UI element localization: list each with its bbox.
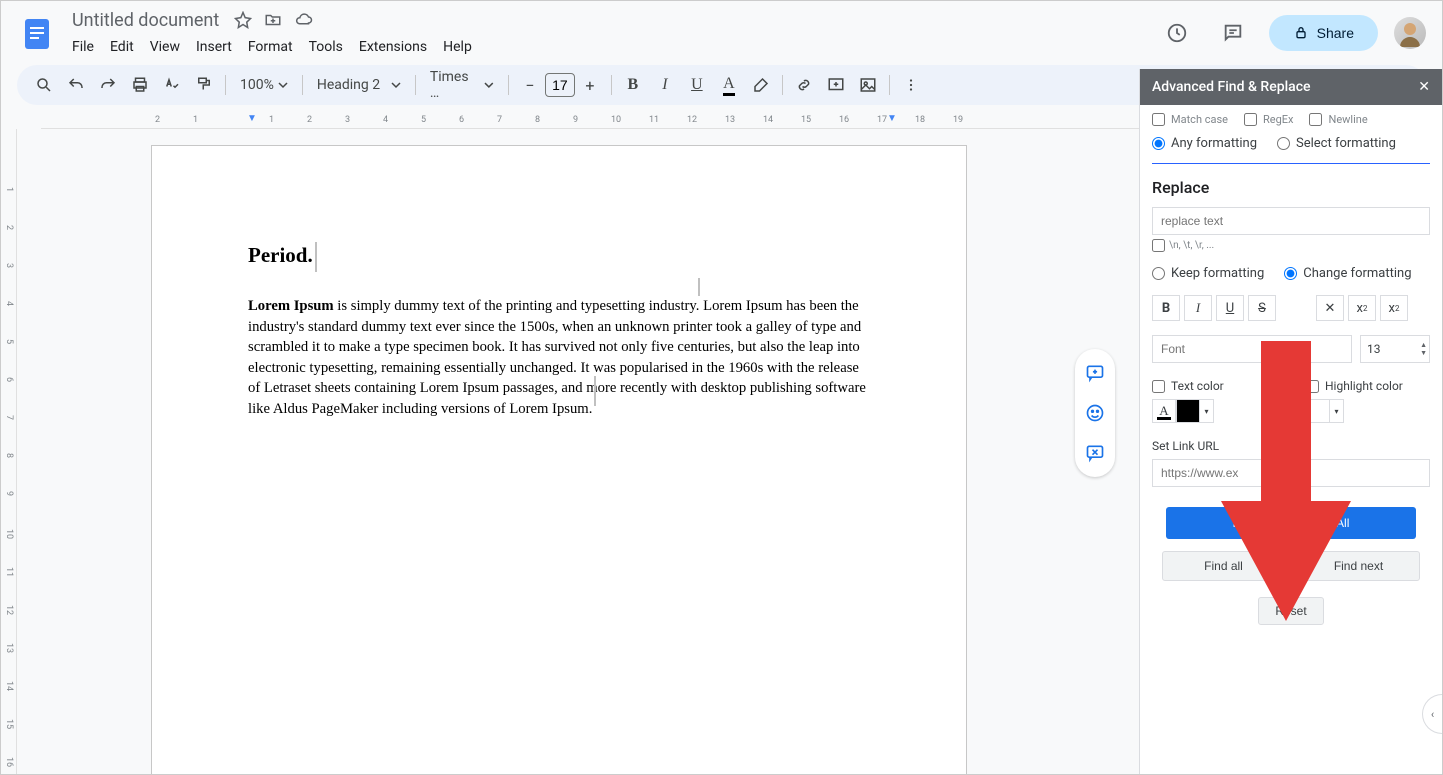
panel-title: Advanced Find & Replace: [1152, 79, 1311, 95]
underline-toggle[interactable]: U: [1216, 295, 1244, 321]
document-page[interactable]: Period. Lorem Ipsum is simply dummy text…: [151, 145, 967, 774]
highlight-dropdown[interactable]: ▾: [1330, 399, 1344, 423]
paragraph-style-dropdown[interactable]: Heading 2: [309, 70, 409, 100]
heading-text[interactable]: Period.: [248, 242, 870, 272]
share-label: Share: [1317, 25, 1354, 41]
replace-input[interactable]: [1152, 207, 1430, 235]
italic-toggle[interactable]: I: [1184, 295, 1212, 321]
more-icon[interactable]: [896, 70, 926, 100]
text-color-swatch[interactable]: [1176, 399, 1200, 423]
link-icon[interactable]: [789, 70, 819, 100]
match-case-checkbox[interactable]: Match case: [1152, 113, 1228, 126]
replace-selected-all-button[interactable]: Replace Selected / All: [1166, 507, 1416, 539]
emoji-reaction-icon[interactable]: [1079, 397, 1111, 429]
editor-area: 2112345678910111213141516171819▼▼ 123456…: [1, 113, 1139, 774]
superscript-toggle[interactable]: x2: [1380, 295, 1408, 321]
text-cursor: [315, 242, 317, 272]
page-surface[interactable]: Period. Lorem Ipsum is simply dummy text…: [41, 129, 1139, 774]
horizontal-ruler[interactable]: 2112345678910111213141516171819▼▼: [41, 113, 1139, 129]
body-paragraph[interactable]: Lorem Ipsum is simply dummy text of the …: [248, 296, 870, 419]
decrease-font-icon[interactable]: −: [515, 70, 545, 100]
find-next-button[interactable]: Find next: [1297, 551, 1420, 581]
collab-cursor: [698, 278, 700, 296]
clear-format-toggle[interactable]: ✕: [1316, 295, 1344, 321]
share-button[interactable]: Share: [1269, 15, 1378, 51]
change-formatting-radio[interactable]: Change formatting: [1284, 266, 1411, 281]
menu-bar: File Edit View Insert Format Tools Exten…: [65, 35, 1157, 59]
move-icon[interactable]: [264, 11, 282, 29]
bold-icon[interactable]: B: [618, 70, 648, 100]
divider: [1152, 163, 1430, 164]
zoom-dropdown[interactable]: 100%: [232, 70, 296, 100]
history-icon[interactable]: [1157, 13, 1197, 53]
bold-text: Lorem Ipsum: [248, 298, 334, 314]
subscript-toggle[interactable]: x2: [1348, 295, 1376, 321]
document-title[interactable]: Untitled document: [65, 8, 226, 33]
print-icon[interactable]: [125, 70, 155, 100]
menu-insert[interactable]: Insert: [189, 35, 239, 59]
search-icon[interactable]: [29, 70, 59, 100]
menu-extensions[interactable]: Extensions: [352, 35, 434, 59]
side-action-bubbles: [1075, 349, 1115, 477]
menu-file[interactable]: File: [65, 35, 101, 59]
close-icon[interactable]: ✕: [1418, 79, 1430, 95]
insert-image-icon[interactable]: [853, 70, 883, 100]
strikethrough-toggle[interactable]: S: [1248, 295, 1276, 321]
escape-checkbox[interactable]: [1152, 239, 1165, 252]
cloud-icon[interactable]: [294, 11, 314, 29]
highlight-swatch[interactable]: [1306, 399, 1330, 423]
title-area: Untitled document File Edit View Insert …: [65, 8, 1157, 59]
suggest-edit-icon[interactable]: [1079, 437, 1111, 469]
text-color-dropdown[interactable]: ▾: [1200, 399, 1214, 423]
italic-icon[interactable]: I: [650, 70, 680, 100]
menu-view[interactable]: View: [143, 35, 187, 59]
menu-edit[interactable]: Edit: [103, 35, 141, 59]
link-url-input[interactable]: [1152, 459, 1430, 487]
newline-checkbox[interactable]: Newline: [1309, 113, 1367, 126]
link-url-label: Set Link URL: [1152, 439, 1430, 453]
add-comment-bubble-icon[interactable]: [1079, 357, 1111, 389]
user-avatar[interactable]: [1394, 17, 1426, 49]
comments-icon[interactable]: [1213, 13, 1253, 53]
font-dropdown[interactable]: Times …: [422, 70, 502, 100]
text-color-a[interactable]: A: [1152, 399, 1176, 423]
app-header: Untitled document File Edit View Insert …: [1, 1, 1442, 65]
highlight-color-checkbox[interactable]: Highlight color: [1306, 379, 1430, 393]
collab-cursor: [594, 376, 596, 406]
font-size-input[interactable]: [545, 73, 575, 97]
add-comment-icon[interactable]: [821, 70, 851, 100]
menu-help[interactable]: Help: [436, 35, 479, 59]
select-formatting-radio[interactable]: Select formatting: [1277, 136, 1396, 151]
body-text: is simply dummy text of the printing and…: [248, 298, 866, 417]
escape-hint: \n, \t, \r, ...: [1152, 239, 1430, 252]
font-size-select[interactable]: 13 ▲▼: [1360, 335, 1430, 363]
highlight-icon[interactable]: [746, 70, 776, 100]
paint-format-icon[interactable]: [189, 70, 219, 100]
docs-logo[interactable]: [17, 13, 57, 53]
undo-icon[interactable]: [61, 70, 91, 100]
find-replace-panel: Advanced Find & Replace ✕ Match case Reg…: [1139, 69, 1442, 774]
any-formatting-radio[interactable]: Any formatting: [1152, 136, 1257, 151]
reset-button[interactable]: Reset: [1258, 597, 1323, 625]
menu-format[interactable]: Format: [241, 35, 300, 59]
panel-header: Advanced Find & Replace ✕: [1140, 69, 1442, 105]
replace-section-title: Replace: [1152, 178, 1430, 197]
find-all-button[interactable]: Find all: [1162, 551, 1285, 581]
text-color-checkbox[interactable]: Text color: [1152, 379, 1276, 393]
font-select[interactable]: [1152, 335, 1352, 363]
menu-tools[interactable]: Tools: [302, 35, 350, 59]
redo-icon[interactable]: [93, 70, 123, 100]
regex-checkbox[interactable]: RegEx: [1244, 113, 1294, 126]
vertical-ruler[interactable]: 12345678910111213141516: [1, 129, 17, 774]
underline-icon[interactable]: U: [682, 70, 712, 100]
spellcheck-icon[interactable]: [157, 70, 187, 100]
star-icon[interactable]: [234, 11, 252, 29]
font-size-control: − +: [515, 70, 605, 100]
keep-formatting-radio[interactable]: Keep formatting: [1152, 266, 1264, 281]
text-color-icon[interactable]: A: [714, 70, 744, 100]
bold-toggle[interactable]: B: [1152, 295, 1180, 321]
increase-font-icon[interactable]: +: [575, 70, 605, 100]
